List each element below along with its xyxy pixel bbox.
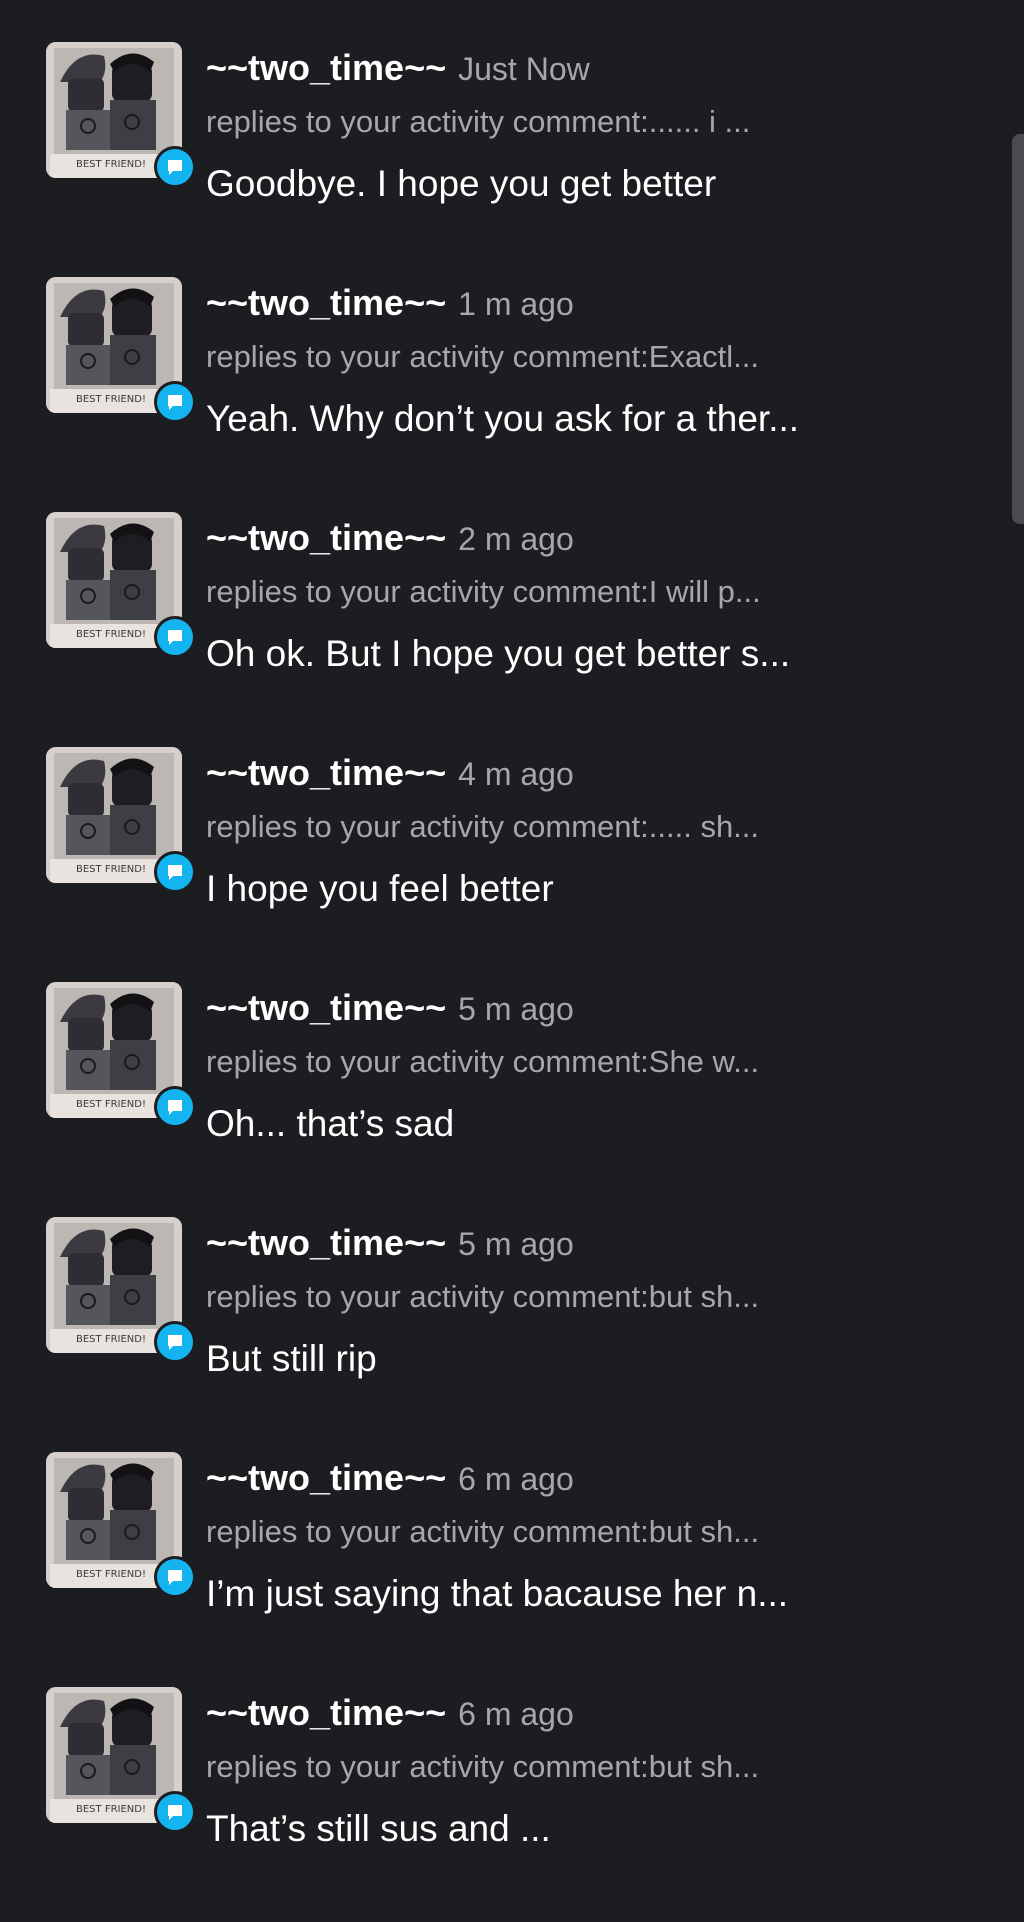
timestamp: 1 m ago xyxy=(458,286,574,322)
avatar-container[interactable]: BEST FRIEND! xyxy=(46,512,196,658)
scrollbar[interactable] xyxy=(1012,134,1024,524)
reply-message: That’s still sus and ... xyxy=(206,1808,551,1849)
username[interactable]: ~~two_time~~ xyxy=(206,1457,446,1498)
username[interactable]: ~~two_time~~ xyxy=(206,1222,446,1263)
avatar-container[interactable]: BEST FRIEND! xyxy=(46,277,196,423)
reply-context: replies to your activity comment:She w..… xyxy=(206,1044,760,1079)
reply-message: But still rip xyxy=(206,1338,377,1379)
username[interactable]: ~~two_time~~ xyxy=(206,752,446,793)
username[interactable]: ~~two_time~~ xyxy=(206,1692,446,1733)
reply-context: replies to your activity comment:..... s… xyxy=(206,809,760,844)
reply-context: replies to your activity comment:...... … xyxy=(206,104,751,139)
comment-bubble-icon xyxy=(154,616,196,658)
avatar-caption: BEST FRIEND! xyxy=(76,1804,146,1815)
reply-message: I hope you feel better xyxy=(206,868,554,909)
avatar-caption: BEST FRIEND! xyxy=(76,629,146,640)
timestamp: 5 m ago xyxy=(458,991,574,1027)
comment-bubble-icon xyxy=(154,381,196,423)
avatar-container[interactable]: BEST FRIEND! xyxy=(46,1452,196,1598)
comment-bubble-icon xyxy=(154,851,196,893)
comment-bubble-icon xyxy=(154,1086,196,1128)
avatar-caption: BEST FRIEND! xyxy=(76,864,146,875)
reply-context: replies to your activity comment:Exactl.… xyxy=(206,339,760,374)
list-item[interactable]: BEST FRIEND! ~~two_time~~ 5 m ago replies… xyxy=(0,1217,1024,1452)
comment-bubble-icon xyxy=(154,1556,196,1598)
avatar-container[interactable]: BEST FRIEND! xyxy=(46,42,196,188)
list-item[interactable]: BEST FRIEND! ~~two_time~~ 6 m ago replies… xyxy=(0,1687,1024,1922)
reply-message: Goodbye. I hope you get better xyxy=(206,163,717,204)
reply-context: replies to your activity comment:I will … xyxy=(206,574,761,609)
timestamp: 6 m ago xyxy=(458,1696,574,1732)
reply-message: Oh ok. But I hope you get better s... xyxy=(206,633,791,674)
list-item[interactable]: BEST FRIEND! ~~two_time~~ Just Now replie… xyxy=(0,42,1024,277)
avatar-container[interactable]: BEST FRIEND! xyxy=(46,1687,196,1833)
reply-context: replies to your activity comment:but sh.… xyxy=(206,1279,760,1314)
reply-message: Yeah. Why don’t you ask for a ther... xyxy=(206,398,800,439)
list-item[interactable]: BEST FRIEND! ~~two_time~~ 1 m ago replies… xyxy=(0,277,1024,512)
avatar-container[interactable]: BEST FRIEND! xyxy=(46,747,196,893)
reply-context: replies to your activity comment:but sh.… xyxy=(206,1514,760,1549)
comment-bubble-icon xyxy=(154,146,196,188)
avatar-caption: BEST FRIEND! xyxy=(76,1334,146,1345)
reply-message: I’m just saying that bacause her n... xyxy=(206,1573,789,1614)
avatar-caption: BEST FRIEND! xyxy=(76,1569,146,1580)
timestamp: 2 m ago xyxy=(458,521,574,557)
timestamp: Just Now xyxy=(458,51,590,87)
username[interactable]: ~~two_time~~ xyxy=(206,282,446,323)
timestamp: 6 m ago xyxy=(458,1461,574,1497)
username[interactable]: ~~two_time~~ xyxy=(206,47,446,88)
list-item[interactable]: BEST FRIEND! ~~two_time~~ 5 m ago replies… xyxy=(0,982,1024,1217)
comment-bubble-icon xyxy=(154,1321,196,1363)
reply-message: Oh... that’s sad xyxy=(206,1103,455,1144)
timestamp: 4 m ago xyxy=(458,756,574,792)
reply-context: replies to your activity comment:but sh.… xyxy=(206,1749,760,1784)
list-item[interactable]: BEST FRIEND! ~~two_time~~ 4 m ago replies… xyxy=(0,747,1024,982)
avatar-container[interactable]: BEST FRIEND! xyxy=(46,1217,196,1363)
timestamp: 5 m ago xyxy=(458,1226,574,1262)
list-item[interactable]: BEST FRIEND! ~~two_time~~ 2 m ago replies… xyxy=(0,512,1024,747)
username[interactable]: ~~two_time~~ xyxy=(206,987,446,1028)
avatar-caption: BEST FRIEND! xyxy=(76,159,146,170)
comment-bubble-icon xyxy=(154,1791,196,1833)
avatar-caption: BEST FRIEND! xyxy=(76,394,146,405)
avatar-caption: BEST FRIEND! xyxy=(76,1099,146,1110)
avatar-container[interactable]: BEST FRIEND! xyxy=(46,982,196,1128)
username[interactable]: ~~two_time~~ xyxy=(206,517,446,558)
list-item[interactable]: BEST FRIEND! ~~two_time~~ 6 m ago replies… xyxy=(0,1452,1024,1687)
